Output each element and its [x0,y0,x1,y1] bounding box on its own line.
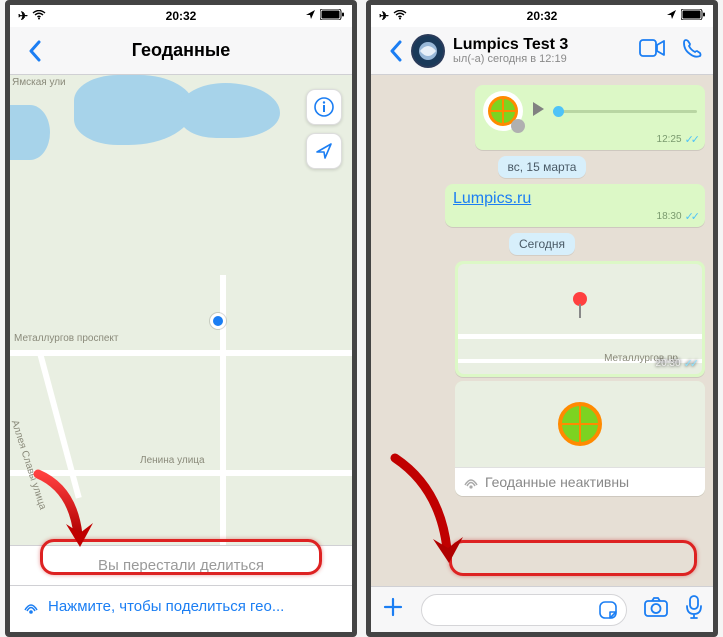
date-separator: вс, 15 марта [498,156,587,178]
share-location-button[interactable]: Нажмите, чтобы поделиться гео... [10,586,352,627]
battery-icon [681,9,705,23]
link-message[interactable]: Lumpics.ru 18:30✓✓ [445,184,705,227]
battery-icon [320,9,344,23]
date-separator: Сегодня [509,233,575,255]
current-location-dot [210,313,226,329]
back-button[interactable] [381,36,411,66]
stopped-sharing-label: Вы перестали делиться [98,557,264,574]
chat-title-area[interactable]: Lumpics Test 3 ыл(-а) сегодня в 12:19 [411,34,639,68]
road-label: Аллея Славы улица [10,419,48,511]
road-label: Ленина улица [140,455,205,466]
read-ticks-icon: ✓✓ [684,357,696,370]
voice-track[interactable] [553,110,697,113]
share-location-label: Нажмите, чтобы поделиться гео... [48,598,284,615]
message-time: 20:30 [656,358,681,369]
message-input[interactable] [421,594,627,626]
chat-body[interactable]: 12:25✓✓ вс, 15 марта Lumpics.ru 18:30✓✓ … [371,75,713,588]
read-ticks-icon: ✓✓ [685,210,697,223]
live-location-thumbnail [455,381,705,467]
voice-avatar [483,91,523,131]
map-view[interactable]: Металлургов проспект Аллея Славы улица Л… [10,75,352,545]
chat-subtitle: ыл(-а) сегодня в 12:19 [453,53,568,65]
mic-button[interactable] [685,594,703,625]
status-bar: ✈︎ 20:32 [371,5,713,27]
video-call-button[interactable] [639,39,665,62]
location-thumbnail: Металлургов пр 20:30✓✓ [458,264,702,374]
road-label: Ямская ули [12,77,66,88]
location-arrow-icon [666,9,677,23]
nav-bar: Геоданные [10,27,352,75]
clock: 20:32 [371,9,713,23]
airplane-icon: ✈︎ [379,9,389,23]
page-title: Геоданные [10,40,352,61]
sticker-icon[interactable] [598,600,618,625]
chat-header: Lumpics Test 3 ыл(-а) сегодня в 12:19 [371,27,713,75]
clock: 20:32 [10,9,352,23]
play-icon[interactable] [531,101,545,122]
chat-name: Lumpics Test 3 [453,36,568,54]
live-location-message[interactable]: Геоданные неактивны [455,381,705,496]
location-message[interactable]: Металлургов пр 20:30✓✓ [455,261,705,377]
airplane-icon: ✈︎ [18,9,28,23]
live-location-label: Геоданные неактивны [485,474,629,490]
message-time: 18:30 [657,211,682,222]
link-text[interactable]: Lumpics.ru [453,190,531,207]
voice-message[interactable]: 12:25✓✓ [475,85,705,150]
wifi-icon [393,9,407,23]
info-button[interactable] [306,89,342,125]
avatar [411,34,445,68]
status-bar: ✈︎ 20:32 [10,5,352,27]
live-location-icon [463,474,479,490]
voice-call-button[interactable] [681,37,703,64]
message-time: 12:25 [657,134,682,145]
camera-button[interactable] [643,596,669,623]
pin-icon [573,292,587,306]
wifi-icon [32,9,46,23]
stopped-sharing-banner: Вы перестали делиться [10,545,352,586]
read-ticks-icon: ✓✓ [685,133,697,146]
live-location-status: Геоданные неактивны [455,467,705,496]
road-label: Металлургов проспект [14,333,118,344]
locate-button[interactable] [306,133,342,169]
live-location-icon [22,598,40,616]
phone-right: ✈︎ 20:32 Lumpics Test 3 ыл(-а) сегодня в… [366,0,718,637]
phone-left: ✈︎ 20:32 Геоданные Металлургов проспект … [5,0,357,637]
input-bar [371,586,713,632]
location-arrow-icon [305,9,316,23]
add-button[interactable] [381,595,405,624]
